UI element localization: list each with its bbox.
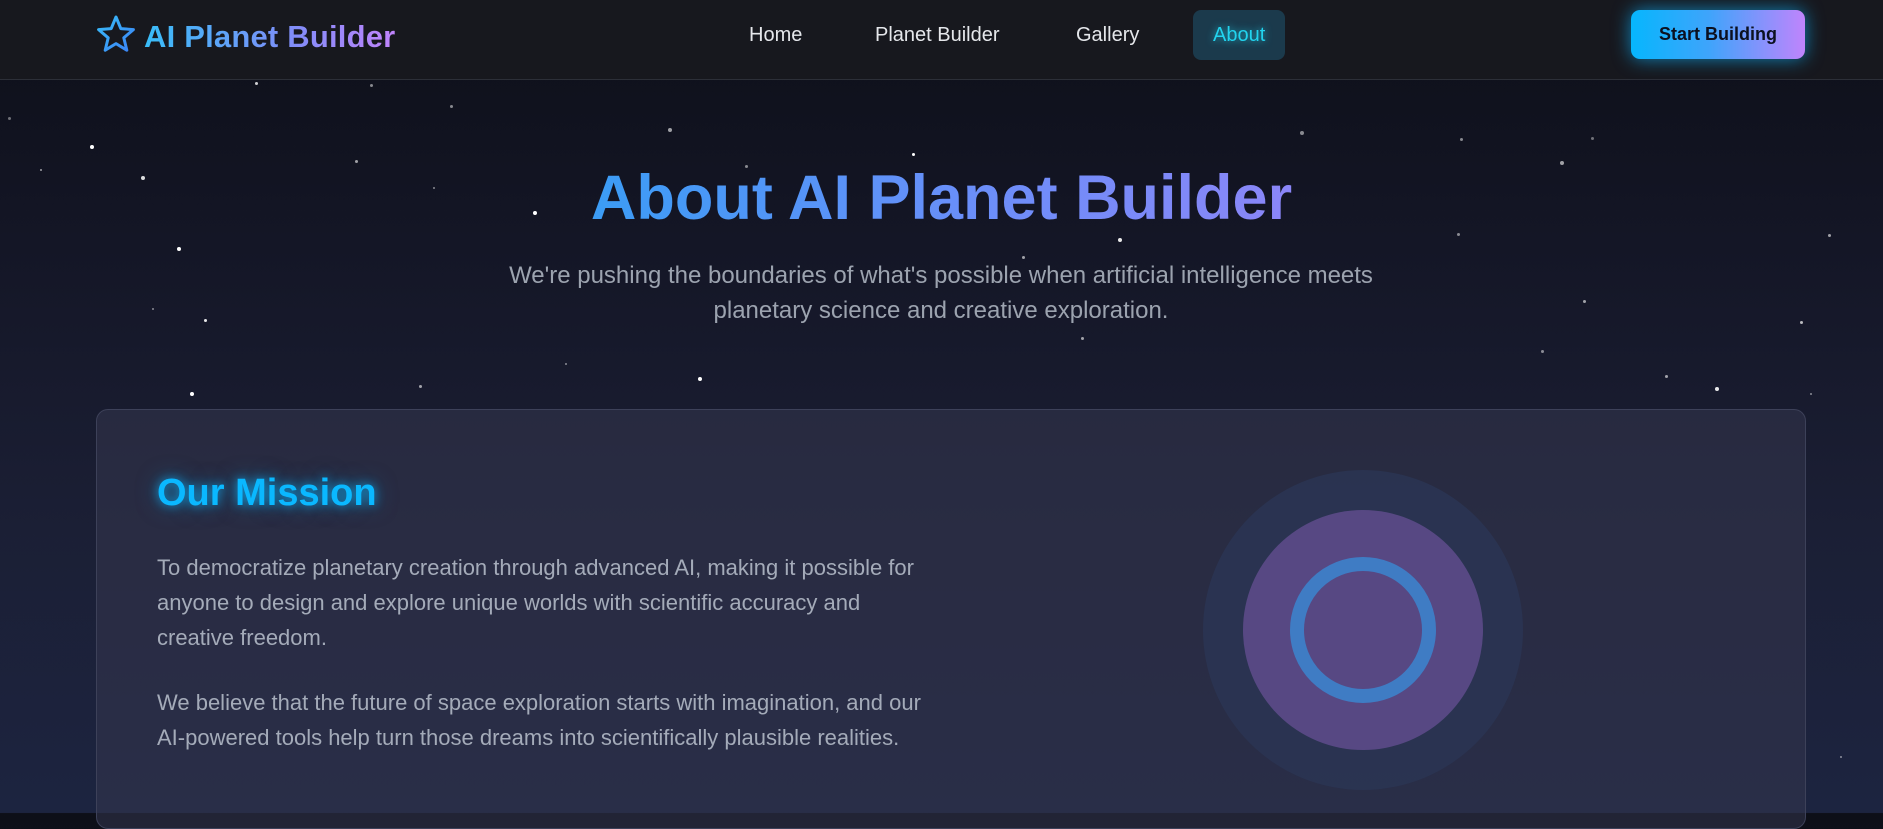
nav-link-gallery[interactable]: Gallery (1056, 10, 1159, 60)
mission-paragraph: We believe that the future of space expl… (157, 690, 921, 750)
planet-rings-icon (1203, 470, 1523, 790)
mission-card: Our Mission To democratize planetary cre… (96, 409, 1806, 829)
page-subtitle: We're pushing the boundaries of what's p… (509, 262, 1373, 324)
start-building-button[interactable]: Start Building (1631, 10, 1805, 59)
mission-paragraph: To democratize planetary creation throug… (157, 555, 914, 650)
brand-name: AI Planet Builder (144, 18, 396, 54)
star-icon (96, 14, 136, 59)
brand-logo[interactable]: AI Planet Builder (96, 14, 395, 59)
top-navbar: AI Planet Builder Home Planet Builder Ga… (0, 0, 1883, 80)
mission-title: Our Mission (157, 472, 377, 514)
nav-link-planet-builder[interactable]: Planet Builder (855, 10, 1020, 60)
nav-link-about[interactable]: About (1193, 10, 1286, 60)
nav-link-home[interactable]: Home (729, 10, 822, 60)
page-title: About AI Planet Builder (590, 163, 1293, 233)
